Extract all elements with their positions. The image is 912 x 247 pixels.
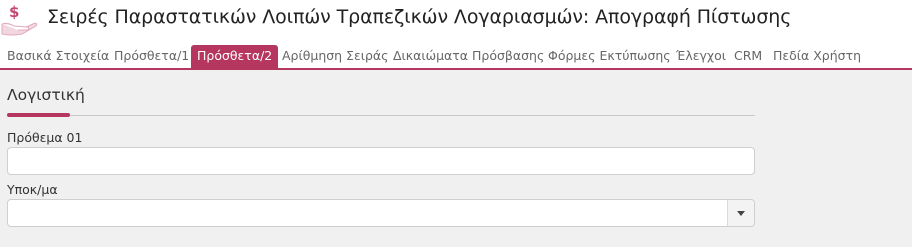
svg-text:$: $ (9, 3, 19, 21)
form-panel: Λογιστική Πρόθεμα 01 Υποκ/μα (0, 70, 912, 247)
tab-elegxoi[interactable]: Έλεγχοι (676, 45, 726, 67)
title-bar: $ Σειρές Παραστατικών Λοιπών Τραπεζικών … (0, 0, 912, 40)
chevron-down-icon (737, 211, 745, 216)
tab-prostheta-2[interactable]: Πρόσθετα/2 (191, 45, 279, 68)
ypokma-label: Υποκ/μα (7, 182, 58, 197)
tab-formes-ektyposis[interactable]: Φόρμες Εκτύπωσης (548, 45, 671, 67)
section-accent-bar (7, 113, 70, 117)
prothema-input[interactable] (7, 147, 755, 175)
ypokma-select[interactable] (7, 199, 755, 227)
tab-dikaiomata-prosvasis[interactable]: Δικαιώματα Πρόσβασης (393, 45, 544, 67)
section-title: Λογιστική (7, 86, 85, 104)
tab-arithmisi-seiras[interactable]: Αρίθμηση Σειράς (282, 45, 388, 67)
money-hand-icon: $ (0, 0, 40, 38)
tab-bar: Βασικά Στοιχεία Πρόσθετα/1 Πρόσθετα/2 Αρ… (0, 40, 912, 70)
tab-prostheta-1[interactable]: Πρόσθετα/1 (114, 45, 189, 67)
section-divider (7, 115, 755, 116)
tab-crm[interactable]: CRM (734, 45, 762, 67)
prothema-label: Πρόθεμα 01 (7, 130, 83, 145)
tab-vasika-stoixeia[interactable]: Βασικά Στοιχεία (7, 45, 109, 67)
ypokma-dropdown-button[interactable] (727, 200, 754, 226)
tab-pedia-xristi[interactable]: Πεδία Χρήστη (773, 45, 861, 67)
page-title: Σειρές Παραστατικών Λοιπών Τραπεζικών Λο… (47, 6, 792, 28)
